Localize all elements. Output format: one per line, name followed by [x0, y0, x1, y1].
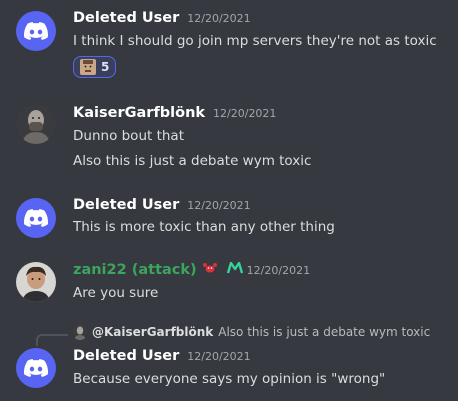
timestamp: 12/20/2021	[187, 12, 251, 25]
timestamp: 12/20/2021	[187, 350, 251, 363]
deleted-user-avatar[interactable]	[16, 348, 56, 388]
kaiser-avatar[interactable]	[16, 104, 56, 144]
message-text: This is more toxic than any other thing	[73, 219, 335, 235]
reply-connector	[36, 334, 68, 346]
green-m-icon	[226, 262, 243, 274]
timestamp: 12/20/2021	[246, 264, 311, 277]
reply-reference[interactable]: @KaiserGarfblönk Also this is just a deb…	[72, 324, 430, 340]
red-crab-icon	[202, 262, 217, 274]
message-text: I think I should go join mp servers they…	[73, 33, 437, 49]
reaction-button[interactable]: 5	[73, 56, 117, 78]
discord-logo-icon	[24, 209, 48, 227]
deleted-user-avatar[interactable]	[16, 11, 56, 51]
username[interactable]: KaiserGarfblönk	[73, 105, 205, 121]
message-text: Because everyone says my opinion is "wro…	[73, 371, 386, 387]
person-portrait-icon	[16, 262, 56, 302]
username[interactable]: Deleted User	[73, 348, 179, 364]
face-emoji-icon	[80, 59, 96, 75]
discord-logo-icon	[24, 359, 48, 377]
message-text: Dunno bout that	[73, 128, 184, 144]
man-portrait-icon	[16, 104, 56, 144]
timestamp: 12/20/2021	[187, 199, 251, 212]
message-text: Also this is just a debate wym toxic	[73, 153, 312, 169]
reply-username[interactable]: @KaiserGarfblönk	[92, 325, 213, 339]
reply-avatar	[72, 324, 88, 340]
username[interactable]: zani22 (attack)	[73, 262, 197, 278]
reply-text[interactable]: Also this is just a debate wym toxic	[218, 325, 430, 339]
message-text: Are you sure	[73, 285, 159, 301]
deleted-user-avatar[interactable]	[16, 198, 56, 238]
username[interactable]: Deleted User	[73, 10, 179, 26]
timestamp: 12/20/2021	[213, 107, 277, 120]
discord-logo-icon	[24, 22, 48, 40]
zani-avatar[interactable]	[16, 262, 56, 302]
username[interactable]: Deleted User	[73, 197, 179, 213]
reaction-count: 5	[101, 60, 110, 74]
